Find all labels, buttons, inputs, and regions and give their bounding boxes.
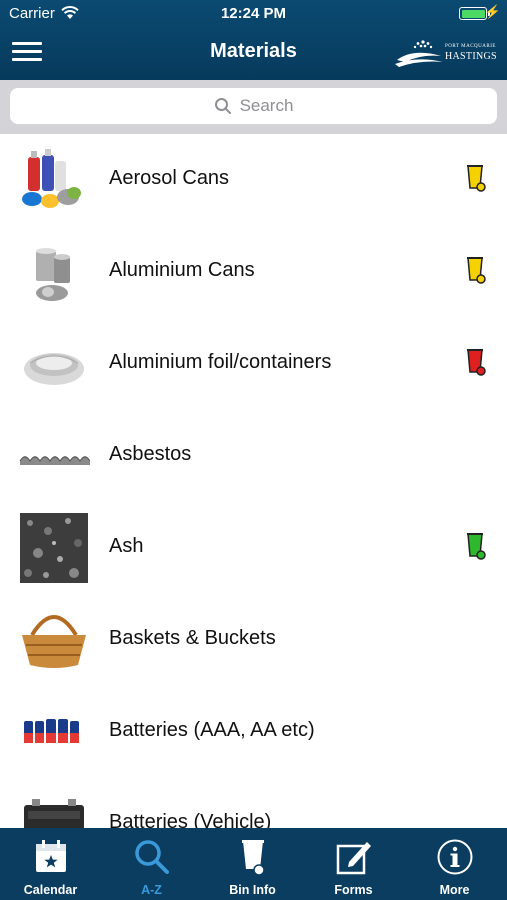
logo-icon: [395, 40, 443, 67]
list-item[interactable]: Aluminium Cans: [0, 226, 507, 318]
search-input[interactable]: Search: [10, 88, 497, 124]
material-label: Batteries (AAA, AA etc): [109, 719, 315, 741]
tab-label: A-Z: [141, 883, 162, 897]
calendar-icon: [36, 840, 66, 872]
logo-text-line2: HASTINGS: [445, 51, 497, 62]
list-item[interactable]: Asbestos: [0, 410, 507, 502]
edit-icon: [336, 842, 371, 875]
council-logo: PORT MACQUARIE HASTINGS: [393, 36, 497, 70]
charging-icon: ⚡: [484, 4, 501, 19]
material-label: Batteries (Vehicle): [109, 811, 272, 828]
car-battery-image: [24, 799, 84, 828]
list-item[interactable]: Aluminium foil/containers: [0, 318, 507, 410]
ash-image: [20, 513, 88, 583]
search-icon: [214, 98, 231, 114]
tab-label: Calendar: [23, 883, 78, 897]
material-label: Aerosol Cans: [109, 167, 230, 189]
search-icon: [135, 840, 169, 874]
material-label: Asbestos: [109, 443, 192, 465]
tab-label: More: [439, 883, 470, 897]
material-label: Aluminium Cans: [109, 259, 255, 281]
aerosol-cans-image: [22, 149, 81, 208]
aluminium-foil-image: [24, 353, 84, 385]
tab-bin-info[interactable]: Bin Info: [202, 828, 303, 900]
basket-image: [22, 615, 86, 668]
tab-more[interactable]: More: [404, 828, 505, 900]
aluminium-cans-image: [36, 248, 70, 301]
material-label: Baskets & Buckets: [109, 627, 276, 649]
list-item[interactable]: Batteries (AAA, AA etc): [0, 686, 507, 778]
info-icon: [437, 839, 473, 875]
materials-list: Aerosol Cans Aluminium Cans Aluminium fo…: [0, 134, 507, 828]
search-placeholder: Search: [239, 96, 294, 115]
status-time: 12:24 PM: [220, 5, 287, 22]
tab-label: Forms: [334, 883, 373, 897]
material-label: Ash: [109, 535, 144, 557]
search-bar: Search: [0, 80, 507, 134]
green-bin-icon: [467, 533, 486, 560]
yellow-bin-icon: [467, 257, 486, 284]
tab-a-z[interactable]: A-Z: [101, 828, 202, 900]
tab-label: Bin Info: [229, 883, 276, 897]
material-label: Aluminium foil/containers: [109, 351, 332, 373]
list-item[interactable]: Aerosol Cans: [0, 134, 507, 226]
asbestos-image: [19, 456, 90, 465]
header: Carrier 12:24 PM ⚡ Materials PORT MACQUA…: [0, 0, 507, 80]
list-item[interactable]: Ash: [0, 502, 507, 594]
status-bar: Carrier 12:24 PM ⚡: [0, 0, 507, 28]
list-item[interactable]: Baskets & Buckets: [0, 594, 507, 686]
list-item[interactable]: Batteries (Vehicle): [0, 778, 507, 828]
battery-icon: [459, 7, 490, 20]
yellow-bin-icon: [467, 165, 486, 192]
logo-text-line1: PORT MACQUARIE: [445, 44, 496, 49]
tab-forms[interactable]: Forms: [303, 828, 404, 900]
tab-bar: Calendar A-Z Bin Info Forms More: [0, 828, 507, 900]
red-bin-icon: [467, 349, 486, 376]
bin-icon: [242, 840, 265, 876]
batteries-image: [24, 719, 79, 743]
tab-calendar[interactable]: Calendar: [0, 828, 101, 900]
